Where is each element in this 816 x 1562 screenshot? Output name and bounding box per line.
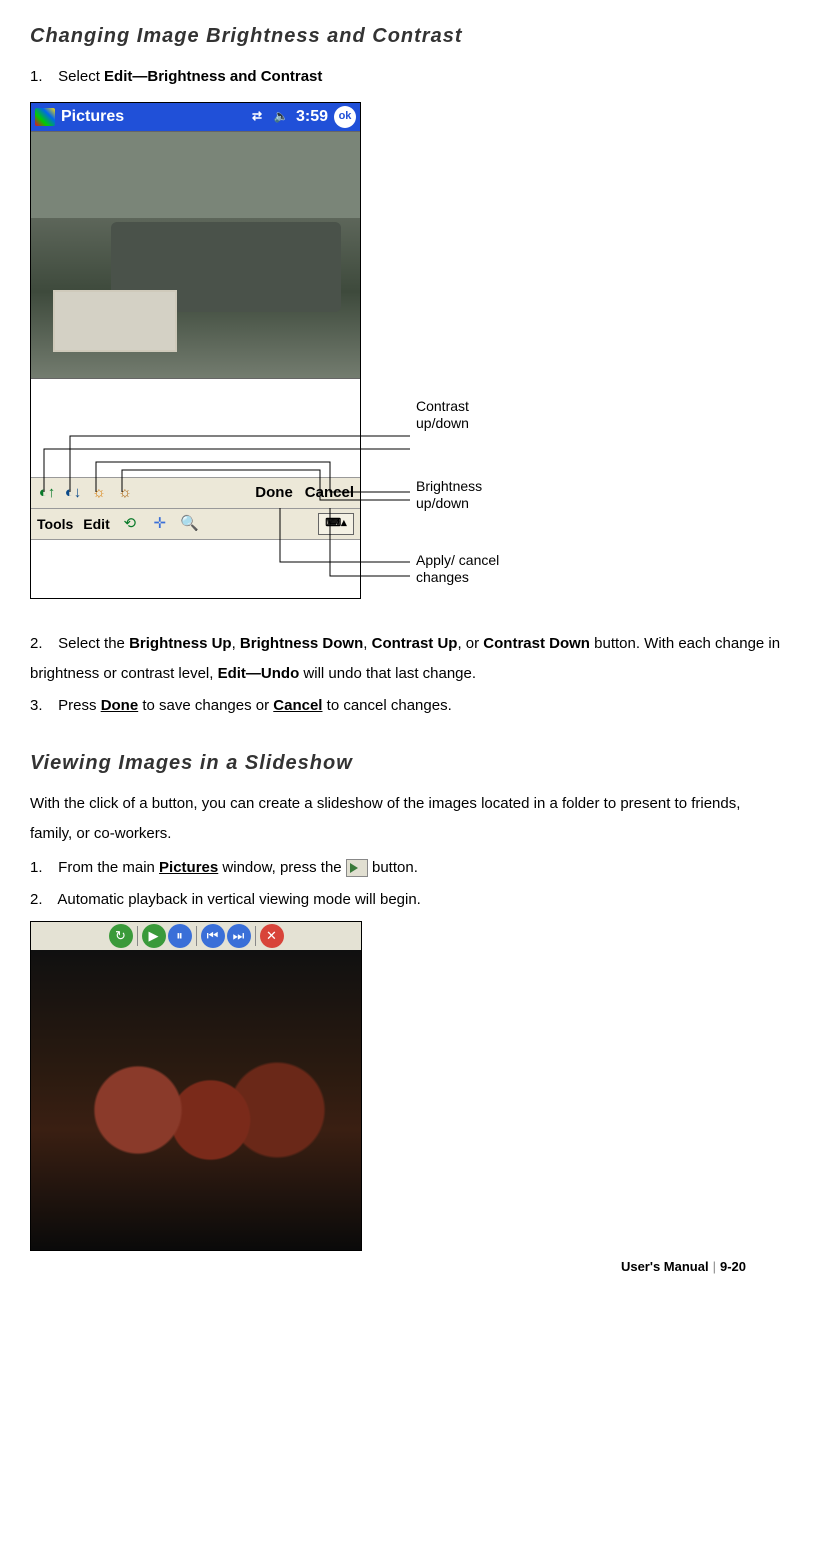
slide-step-2: 2. Automatic playback in vertical viewin…	[30, 885, 786, 915]
rotate-icon[interactable]: ⟲	[120, 514, 140, 534]
step-number: 1.	[30, 62, 54, 92]
previous-icon[interactable]: ⏮	[201, 924, 225, 948]
step-number: 1.	[30, 853, 54, 883]
contrast-down-icon[interactable]: ◐↓	[63, 483, 83, 503]
callout-contrast: Contrast up/down	[416, 398, 506, 432]
pause-icon[interactable]: ⏸	[168, 924, 192, 948]
step-emphasis: Edit—Brightness and Contrast	[104, 68, 322, 85]
step-3: 3. Press Done to save changes or Cancel …	[30, 691, 786, 721]
brightness-down-icon[interactable]: ☼	[115, 483, 135, 503]
whitespace-area	[31, 379, 360, 477]
app-title: Pictures	[61, 104, 124, 130]
step-number: 2.	[30, 885, 54, 915]
section-heading-1: Changing Image Brightness and Contrast	[30, 20, 786, 52]
volume-icon[interactable]: 🔈	[272, 110, 290, 124]
step-1: 1. Select Edit—Brightness and Contrast	[30, 62, 786, 92]
close-icon[interactable]: ✕	[260, 924, 284, 948]
slideshow-play-icon	[346, 859, 368, 877]
slide-step-1: 1. From the main Pictures window, press …	[30, 853, 786, 883]
crop-icon[interactable]: ✛	[150, 514, 170, 534]
section-heading-2: Viewing Images in a Slideshow	[30, 747, 786, 779]
ok-button[interactable]: ok	[334, 106, 356, 128]
screenshot-brightness-contrast: Pictures ⇄ 🔈 3:59 ok ◐↑ ◐↓ ☼ ☼ Done Canc…	[30, 102, 500, 599]
slideshow-image	[31, 950, 361, 1250]
image-preview	[31, 131, 360, 379]
rotate-icon[interactable]: ↻	[109, 924, 133, 948]
slideshow-intro: With the click of a button, you can crea…	[30, 789, 786, 849]
step-number: 3.	[30, 691, 54, 721]
title-bar: Pictures ⇄ 🔈 3:59 ok	[31, 103, 360, 131]
step-2: 2. Select the Brightness Up, Brightness …	[30, 629, 786, 689]
edit-menu[interactable]: Edit	[83, 513, 109, 535]
start-icon[interactable]	[35, 108, 55, 126]
brightness-up-icon[interactable]: ☼	[89, 483, 109, 503]
callout-apply: Apply/ cancel changes	[416, 552, 506, 586]
play-icon[interactable]: ▶	[142, 924, 166, 948]
playback-toolbar: ↻ ▶ ⏸ ⏮ ⏭ ✕	[31, 922, 361, 950]
keyboard-toggle-icon[interactable]: ⌨▴	[318, 513, 354, 535]
contrast-up-icon[interactable]: ◐↑	[37, 483, 57, 503]
step-number: 2.	[30, 629, 54, 659]
screenshot-slideshow: ↻ ▶ ⏸ ⏮ ⏭ ✕	[30, 921, 362, 1251]
tools-menu[interactable]: Tools	[37, 513, 73, 535]
connectivity-icon[interactable]: ⇄	[248, 110, 266, 124]
device-frame: Pictures ⇄ 🔈 3:59 ok ◐↑ ◐↓ ☼ ☼ Done Canc…	[30, 102, 361, 599]
step-text: Select	[58, 68, 104, 85]
whitespace-area-2	[31, 540, 360, 598]
zoom-icon[interactable]: 🔍	[180, 514, 200, 534]
next-icon[interactable]: ⏭	[227, 924, 251, 948]
callout-brightness: Brightness up/down	[416, 478, 516, 512]
clock-label: 3:59	[296, 104, 328, 130]
page-footer: User's Manual|9-20	[30, 1257, 786, 1278]
edit-toolbar: ◐↑ ◐↓ ☼ ☼ Done Cancel	[31, 477, 360, 509]
done-button[interactable]: Done	[255, 481, 293, 505]
cancel-button[interactable]: Cancel	[305, 481, 354, 505]
menu-bar: Tools Edit ⟲ ✛ 🔍 ⌨▴	[31, 509, 360, 540]
